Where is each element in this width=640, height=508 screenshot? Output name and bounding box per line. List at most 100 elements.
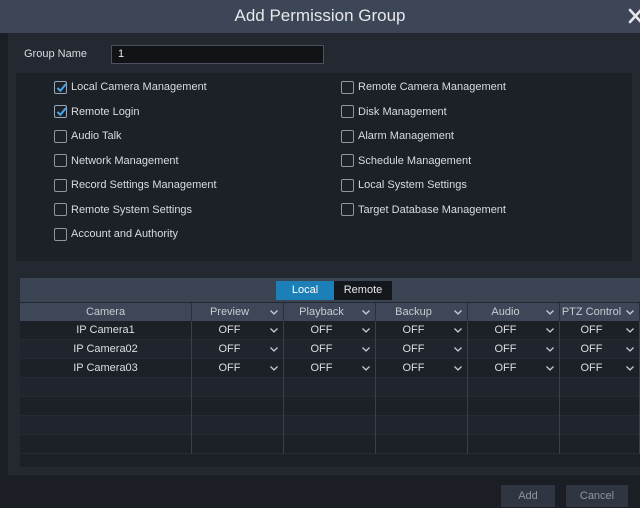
- checkbox-unchecked-icon[interactable]: [54, 203, 67, 216]
- table-row: IP Camera1 OFF OFF OFF OFF OFF: [20, 321, 640, 340]
- permission-remote-system-settings[interactable]: Remote System Settings: [54, 202, 192, 218]
- checkbox-unchecked-icon[interactable]: [341, 80, 354, 94]
- camera-name: IP Camera03: [73, 362, 138, 374]
- permission-select-audio[interactable]: OFF: [468, 359, 560, 378]
- permission-network-management[interactable]: Network Management: [54, 153, 179, 169]
- permission-select-ptz-control[interactable]: OFF: [560, 321, 640, 340]
- table-row: [20, 416, 640, 435]
- empty-cell: [284, 397, 376, 416]
- chevron-down-icon[interactable]: [269, 359, 279, 378]
- column-header-backup[interactable]: Backup: [376, 303, 468, 321]
- group-name-input[interactable]: [111, 44, 324, 64]
- permission-select-playback[interactable]: OFF: [284, 340, 376, 359]
- camera-name-cell: IP Camera1: [20, 321, 192, 340]
- chevron-down-icon[interactable]: [545, 359, 555, 378]
- permission-local-system-settings[interactable]: Local System Settings: [341, 177, 467, 193]
- chevron-down-icon[interactable]: [625, 303, 635, 321]
- checkbox-unchecked-icon[interactable]: [341, 178, 354, 192]
- column-header-playback[interactable]: Playback: [284, 303, 376, 321]
- chevron-down-icon[interactable]: [453, 340, 463, 359]
- dialog-title: Add Permission Group: [234, 6, 406, 25]
- permission-schedule-management[interactable]: Schedule Management: [341, 153, 471, 169]
- checkbox-unchecked-icon[interactable]: [54, 154, 67, 167]
- empty-cell: [376, 378, 468, 397]
- empty-cell: [20, 435, 192, 454]
- chevron-down-icon[interactable]: [453, 359, 463, 378]
- chevron-down-icon[interactable]: [361, 321, 371, 340]
- chevron-down-icon[interactable]: [269, 321, 279, 340]
- empty-cell: [468, 378, 560, 397]
- chevron-down-icon[interactable]: [453, 321, 463, 340]
- checkbox-unchecked-icon[interactable]: [54, 178, 67, 192]
- dialog-body: Group Name Local Camera Management Remote…: [8, 33, 640, 475]
- permission-select-ptz-control[interactable]: OFF: [560, 359, 640, 378]
- column-header-camera: Camera: [20, 303, 192, 321]
- permission-label: Remote Login: [71, 105, 140, 118]
- permission-label: Schedule Management: [358, 154, 472, 167]
- empty-cell: [560, 397, 640, 416]
- permission-select-audio[interactable]: OFF: [468, 340, 560, 359]
- permission-label: Remote Camera Management: [358, 81, 506, 93]
- camera-name: IP Camera1: [76, 324, 135, 336]
- chevron-down-icon[interactable]: [453, 303, 463, 321]
- camera-permission-table: Camera Preview Playback Backup Audio PTZ Cont…: [20, 303, 640, 467]
- add-button[interactable]: Add: [501, 485, 555, 507]
- column-header-ptz-control[interactable]: PTZ Control: [560, 303, 640, 321]
- permission-select-audio[interactable]: OFF: [468, 321, 560, 340]
- column-header-preview[interactable]: Preview: [192, 303, 284, 321]
- permission-remote-login[interactable]: Remote Login: [54, 104, 140, 120]
- permission-local-camera-management[interactable]: Local Camera Management: [54, 79, 207, 95]
- cancel-button[interactable]: Cancel: [566, 485, 628, 507]
- checkbox-unchecked-icon[interactable]: [54, 227, 67, 241]
- chevron-down-icon[interactable]: [361, 303, 371, 321]
- permission-disk-management[interactable]: Disk Management: [341, 104, 447, 120]
- permission-account-and-authority[interactable]: Account and Authority: [54, 226, 178, 242]
- chevron-down-icon[interactable]: [361, 340, 371, 359]
- chevron-down-icon[interactable]: [269, 303, 279, 321]
- permission-select-playback[interactable]: OFF: [284, 321, 376, 340]
- permission-remote-camera-management[interactable]: Remote Camera Management: [341, 79, 506, 95]
- checkbox-unchecked-icon[interactable]: [54, 129, 67, 143]
- chevron-down-icon[interactable]: [361, 359, 371, 378]
- permission-select-playback[interactable]: OFF: [284, 359, 376, 378]
- permission-select-backup[interactable]: OFF: [376, 340, 468, 359]
- empty-cell: [376, 416, 468, 435]
- tab-local[interactable]: Local: [276, 281, 334, 300]
- chevron-down-icon[interactable]: [625, 321, 635, 340]
- permission-select-ptz-control[interactable]: OFF: [560, 340, 640, 359]
- chevron-down-icon[interactable]: [545, 303, 555, 321]
- permission-select-preview[interactable]: OFF: [192, 359, 284, 378]
- checkbox-unchecked-icon[interactable]: [341, 203, 354, 216]
- empty-cell: [20, 397, 192, 416]
- permission-select-backup[interactable]: OFF: [376, 359, 468, 378]
- permission-select-backup[interactable]: OFF: [376, 321, 468, 340]
- empty-cell: [20, 378, 192, 397]
- permission-label: Network Management: [71, 154, 179, 167]
- checkbox-unchecked-icon[interactable]: [341, 154, 354, 167]
- chevron-down-icon[interactable]: [625, 340, 635, 359]
- chevron-down-icon[interactable]: [545, 340, 555, 359]
- table-row: [20, 378, 640, 397]
- permission-record-settings-management[interactable]: Record Settings Management: [54, 177, 217, 193]
- column-header-audio[interactable]: Audio: [468, 303, 560, 321]
- checkbox-unchecked-icon[interactable]: [341, 105, 354, 118]
- permission-select-preview[interactable]: OFF: [192, 340, 284, 359]
- chevron-down-icon[interactable]: [625, 359, 635, 378]
- empty-cell: [560, 378, 640, 397]
- camera-name: IP Camera02: [73, 343, 138, 355]
- close-icon[interactable]: [626, 5, 640, 27]
- checkbox-unchecked-icon[interactable]: [341, 129, 354, 143]
- permission-alarm-management[interactable]: Alarm Management: [341, 128, 454, 144]
- permission-target-database-management[interactable]: Target Database Management: [341, 202, 506, 218]
- checkbox-checked-icon[interactable]: [54, 80, 67, 94]
- chevron-down-icon[interactable]: [269, 340, 279, 359]
- permission-label: Record Settings Management: [71, 179, 217, 191]
- permission-select-preview[interactable]: OFF: [192, 321, 284, 340]
- empty-cell: [560, 435, 640, 454]
- permission-audio-talk[interactable]: Audio Talk: [54, 128, 122, 144]
- permission-label: Local System Settings: [358, 179, 467, 191]
- checkbox-checked-icon[interactable]: [54, 105, 67, 118]
- tab-remote[interactable]: Remote: [334, 281, 392, 300]
- permissions-panel: Local Camera Management Remote Login Audio…: [16, 73, 632, 261]
- chevron-down-icon[interactable]: [545, 321, 555, 340]
